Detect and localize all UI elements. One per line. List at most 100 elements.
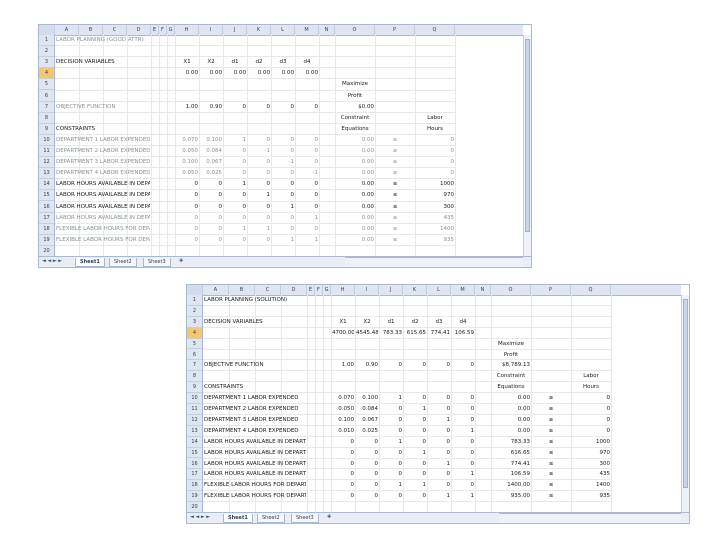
top_window-constraint-coeff-6-4[interactable]: 1 <box>272 202 295 213</box>
top_window-constraint-rhs-2[interactable]: 0 <box>416 157 455 168</box>
bottom_window-constraint-eq-3[interactable]: 0.00 <box>492 426 530 437</box>
top_window-constraint-coeff-3-1[interactable]: 0.025 <box>200 168 222 179</box>
bottom_window-scroll-thumb[interactable] <box>683 299 688 488</box>
top_window-constraint-op-9[interactable]: ≤ <box>376 235 414 246</box>
bottom_window-constraint-coeff-5-1[interactable]: 0 <box>356 448 379 459</box>
top_window-constraint-coeff-4-5[interactable]: 0 <box>296 179 319 190</box>
top_window-row-header-6[interactable]: 6 <box>39 91 54 102</box>
bottom_window-constraint-op-5[interactable]: ≤ <box>532 448 570 459</box>
top_window-constraint-coeff-8-0[interactable]: 0 <box>176 224 199 235</box>
bottom_window-constraint-coeff-3-5[interactable]: 1 <box>452 426 475 437</box>
top_window-var-value-2[interactable]: 0.00 <box>224 68 246 79</box>
bottom_window-row-header-3[interactable]: 3 <box>187 317 202 328</box>
bottom_window-constraint-coeff-1-1[interactable]: 0.084 <box>356 404 378 415</box>
top_window-constraint-op-3[interactable]: ≥ <box>376 168 414 179</box>
top_window-row-header-9[interactable]: 9 <box>39 124 54 135</box>
bottom_window-constraint-coeff-5-0[interactable]: 0 <box>332 448 355 459</box>
bottom_window-constraint-op-6[interactable]: ≤ <box>532 459 570 470</box>
top_window-col-header-l[interactable]: L <box>271 25 295 35</box>
bottom_window-constraint-rhs-0[interactable]: 0 <box>572 393 611 404</box>
bottom_window-row-header-19[interactable]: 19 <box>187 491 202 503</box>
top_window-var-value-1[interactable]: 0.00 <box>200 68 222 79</box>
top_window-decision-label-cell[interactable]: DECISION VARIABLES <box>56 57 150 68</box>
bottom_window-col-header-k[interactable]: K <box>403 285 427 295</box>
top_window-constraint-rhs-9[interactable]: 935 <box>416 235 455 246</box>
top_window-constraint-coeff-0-4[interactable]: 0 <box>272 135 295 146</box>
top_window-constraint-eq-8[interactable]: 0.00 <box>336 224 374 235</box>
bottom_window-constraint-coeff-3-2[interactable]: 0 <box>380 426 403 437</box>
bottom_window-constraint-coeff-4-5[interactable]: 0 <box>452 437 475 448</box>
bottom_window-constraint-eq-5[interactable]: 616.65 <box>492 448 530 459</box>
bottom_window-row-header-12[interactable]: 12 <box>187 415 202 426</box>
bottom_window-constraint-coeff-7-3[interactable]: 0 <box>404 469 427 480</box>
bottom_window-col-header-c[interactable]: C <box>255 285 281 295</box>
top_window-objective-coeff-2[interactable]: 0 <box>224 102 247 113</box>
bottom_window-constraint-coeff-8-5[interactable]: 0 <box>452 480 475 491</box>
bottom_window-objective-value-cell[interactable]: $8,789.13 <box>492 360 530 371</box>
bottom_window-constraint-op-8[interactable]: ≤ <box>532 480 570 491</box>
bottom_window-constraint-coeff-4-1[interactable]: 0 <box>356 437 379 448</box>
bottom_window-var-header-5[interactable]: d4 <box>452 317 474 328</box>
bottom_window-constraint-eq-1[interactable]: 0.00 <box>492 404 530 415</box>
bottom_window-constraint-coeff-9-5[interactable]: 1 <box>452 491 475 502</box>
top_window-constraint-eq-4[interactable]: 0.00 <box>336 179 374 190</box>
top_window-constraint-coeff-2-4[interactable]: -1 <box>272 157 294 168</box>
top_window-constraint-coeff-0-5[interactable]: 0 <box>296 135 319 146</box>
bottom_window-constraint-coeff-1-2[interactable]: 0 <box>380 404 403 415</box>
bottom_window-var-header-4[interactable]: d3 <box>428 317 450 328</box>
bottom_window-constraint-rhs-8[interactable]: 1400 <box>572 480 610 491</box>
bottom_window-objective-coeff-1[interactable]: 0.90 <box>356 360 378 371</box>
bottom_window-var-value-1[interactable]: 4545.48 <box>356 328 378 339</box>
top_window-row-header-12[interactable]: 12 <box>39 157 54 169</box>
top_window-col-header-p[interactable]: P <box>375 25 415 35</box>
top_window-constraint-eq-header-1[interactable]: Constraint <box>336 113 374 124</box>
top_window-labor-hours-header-1[interactable]: Labor <box>416 113 454 124</box>
top_window-constraint-coeff-6-3[interactable]: 0 <box>248 202 271 213</box>
top_window-constraint-label-9[interactable]: FLEXIBLE LABOR HOURS FOR DEPARTMENTS 1 A… <box>56 235 150 246</box>
bottom_window-var-value-3[interactable]: 615.65 <box>404 328 426 339</box>
top_window-constraint-coeff-5-0[interactable]: 0 <box>176 190 199 201</box>
top_window-constraint-label-8[interactable]: FLEXIBLE LABOR HOURS FOR DEPARTMENTS 3 A… <box>56 224 150 235</box>
bottom_window-constraint-coeff-9-0[interactable]: 0 <box>332 491 355 502</box>
top_window-constraint-eq-5[interactable]: 0.00 <box>336 190 374 201</box>
top_window-constraint-coeff-2-3[interactable]: 0 <box>248 157 271 168</box>
top_window-row-header-7[interactable]: 7 <box>39 102 54 113</box>
bottom_window-row-header-14[interactable]: 14 <box>187 437 202 448</box>
top_window-constraint-coeff-9-5[interactable]: 1 <box>296 235 319 246</box>
top_window-constraint-coeff-8-3[interactable]: 1 <box>248 224 271 235</box>
top_window-constraint-op-5[interactable]: ≤ <box>376 190 414 201</box>
bottom_window-col-header-b[interactable]: B <box>229 285 255 295</box>
top_window-constraint-eq-6[interactable]: 0.00 <box>336 202 374 213</box>
top_window-objective-label-cell[interactable]: OBJECTIVE FUNCTION <box>56 102 150 113</box>
bottom_window-constraint-coeff-2-3[interactable]: 0 <box>404 415 427 426</box>
top_window-constraint-op-0[interactable]: ≥ <box>376 135 414 146</box>
top_window-col-header-k[interactable]: K <box>247 25 271 35</box>
top_window-constraint-coeff-7-0[interactable]: 0 <box>176 213 199 224</box>
bottom_window-col-header-h[interactable]: H <box>331 285 355 295</box>
bottom_window-constraint-coeff-0-2[interactable]: 1 <box>380 393 403 404</box>
top_window-col-header-h[interactable]: H <box>175 25 199 35</box>
bottom_window-row-header-10[interactable]: 10 <box>187 393 202 404</box>
top_window-tab-sheet3[interactable]: Sheet3 <box>143 258 171 267</box>
bottom_window-objective-coeff-5[interactable]: 0 <box>452 360 475 371</box>
bottom_window-constraint-rhs-5[interactable]: 970 <box>572 448 611 459</box>
bottom_window-objective-coeff-3[interactable]: 0 <box>404 360 427 371</box>
top_window-maximize-header-2[interactable]: Profit <box>336 91 374 102</box>
bottom_window-constraint-rhs-6[interactable]: 300 <box>572 459 611 470</box>
bottom_window-constraint-coeff-3-1[interactable]: 0.025 <box>356 426 378 437</box>
bottom_window-constraint-coeff-0-4[interactable]: 0 <box>428 393 451 404</box>
bottom_window-constraint-eq-6[interactable]: 774.41 <box>492 459 530 470</box>
bottom_window-var-header-3[interactable]: d2 <box>404 317 426 328</box>
bottom_window-row-header-13[interactable]: 13 <box>187 426 202 437</box>
bottom_window-constraint-coeff-1-4[interactable]: 0 <box>428 404 451 415</box>
top_window-sheet-nav-arrows[interactable]: ◄ ◄ ► ► <box>42 258 62 264</box>
bottom_window-row-header-16[interactable]: 16 <box>187 459 202 470</box>
bottom_window-constraint-coeff-2-5[interactable]: 0 <box>452 415 475 426</box>
bottom_window-constraint-label-4[interactable]: LABOR HOURS AVAILABLE IN DEPARTMENT 1 <box>204 437 306 448</box>
top_window-constraint-coeff-2-1[interactable]: 0.067 <box>200 157 222 168</box>
top_window-constraint-coeff-7-1[interactable]: 0 <box>200 213 223 224</box>
top_window-constraint-coeff-1-0[interactable]: 0.050 <box>176 146 198 157</box>
bottom_window-constraint-eq-9[interactable]: 935.00 <box>492 491 530 502</box>
top_window-row-header-15[interactable]: 15 <box>39 190 54 202</box>
top_window-constraint-coeff-1-1[interactable]: 0.084 <box>200 146 222 157</box>
